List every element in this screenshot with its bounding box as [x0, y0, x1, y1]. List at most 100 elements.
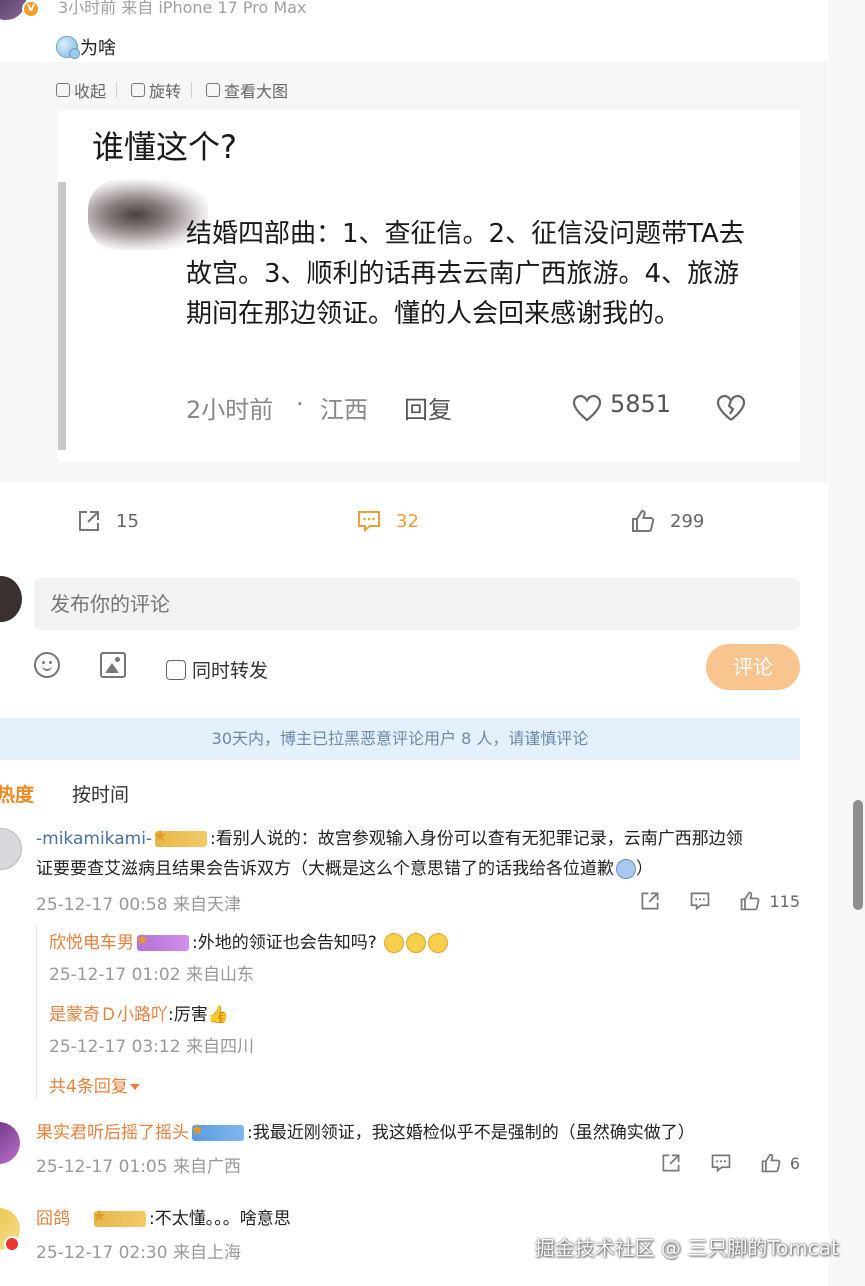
collapse-button[interactable]: 收起: [56, 78, 118, 102]
post-meta: 3小时前 来自 iPhone 17 Pro Max: [58, 0, 307, 17]
more-replies-link[interactable]: 共4条回复: [49, 1072, 140, 1097]
blacklist-notice: 30天内，博主已拉黑恶意评论用户 8 人，请谨慎评论: [0, 718, 800, 760]
commenter-name[interactable]: 囧鸽: [36, 1209, 70, 1229]
repost-button[interactable]: 15: [76, 508, 139, 534]
comment-text: -mikamikami- :看别人说的：故宫参观输入身份可以查有无犯罪记录，云南广…: [36, 826, 743, 852]
post-action-bar: 15 32 299: [0, 500, 828, 546]
reply-thread: 欣悦电车男 :外地的领证也会告知吗? 25-12-17 01:02 来自山东 是蒙…: [36, 924, 796, 1100]
submit-comment-button[interactable]: 评论: [706, 644, 800, 690]
reply-author[interactable]: 是蒙奇Ｄ小路吖: [49, 1005, 168, 1025]
collapse-label: 收起: [74, 82, 107, 101]
image-likes: 5851: [610, 390, 672, 418]
checkbox[interactable]: [166, 659, 186, 680]
reply-text: :外地的领证也会告知吗?: [192, 933, 377, 953]
verified-badge-icon: V: [22, 0, 40, 18]
thumbs-up-icon: [632, 509, 655, 532]
my-avatar: [0, 576, 22, 622]
image-toolbar: 收起 旋转 查看大图: [56, 78, 288, 102]
tab-time[interactable]: 按时间: [72, 780, 129, 807]
image-dot: ·: [296, 390, 304, 418]
comment-like-count: 115: [769, 891, 800, 911]
comment-text-line: :我最近刚领证，我这婚检似乎不是强制的（虽然确实做了）: [247, 1123, 695, 1143]
image-body-text: 结婚四部曲：1、查征信。2、征信没问题带TA去故宫。3、顺利的话再去云南广西旅游…: [186, 219, 745, 329]
comment-like-count: 6: [789, 1153, 800, 1173]
commenter-name[interactable]: 果实君听后摇了摇头: [36, 1123, 189, 1143]
emoji-icon[interactable]: [34, 652, 60, 678]
comment-count: 32: [396, 510, 419, 532]
commenter-avatar[interactable]: [0, 1122, 20, 1164]
image-title: 谁懂这个?: [92, 128, 237, 166]
image-reply: 回复: [404, 396, 452, 424]
reply-item: 欣悦电车男 :外地的领证也会告知吗?: [49, 928, 449, 953]
tab-hot[interactable]: 热度: [0, 780, 34, 807]
like-count: 299: [670, 510, 705, 532]
post-text: 为啥: [56, 34, 116, 60]
reply-time: 25-12-17 01:02 来自山东: [49, 965, 254, 985]
verified-badge-icon: [4, 1236, 20, 1252]
comment-icon[interactable]: [710, 1152, 732, 1174]
post-image[interactable]: 谁懂这个? 结婚四部曲：1、查征信。2、征信没问题带TA去故宫。3、顺利的话再去…: [58, 110, 800, 462]
commenter-name[interactable]: -mikamikami-: [36, 829, 152, 849]
comment-time: 25-12-17 02:30 来自上海: [36, 1243, 241, 1263]
comment-like-button[interactable]: 6: [760, 1152, 800, 1174]
fan-badge-icon: [153, 828, 208, 847]
collapse-icon: [56, 83, 70, 97]
apology-emoji-icon: [616, 859, 636, 879]
smile-emoji-icon: [384, 933, 405, 953]
toolbar-divider: [116, 82, 118, 98]
comment-text-line: :不太懂。。。啥意思: [149, 1209, 291, 1229]
repost-count: 15: [116, 510, 139, 532]
comment-text-line2: 证要要查艾滋病且结果会告诉双方（大概是这么个意思错了的话我给各位道歉）: [36, 859, 653, 879]
comment-icon: [358, 511, 380, 533]
rotate-button[interactable]: 旋转: [131, 78, 193, 102]
comment-time: 25-12-17 00:58 来自天津: [36, 895, 241, 915]
broken-heart-icon: [716, 394, 746, 421]
comment-text: 果实君听后摇了摇头 :我最近刚领证，我这婚检似乎不是强制的（虽然确实做了）: [36, 1120, 695, 1146]
rotate-icon: [131, 83, 146, 97]
share-icon[interactable]: [639, 890, 661, 912]
thinking-emoji-icon: [56, 36, 80, 59]
also-repost-checkbox[interactable]: 同时转发: [166, 656, 268, 683]
view-large-icon: [206, 83, 221, 97]
reply-text: :厉害: [168, 1005, 208, 1025]
more-replies-label: 共4条回复: [49, 1077, 128, 1097]
image-location: 江西: [320, 396, 368, 424]
sort-tabs: 热度 按时间: [0, 778, 400, 808]
comment-icon[interactable]: [689, 890, 711, 912]
like-button[interactable]: 299: [630, 508, 704, 534]
toolbar-divider: [191, 82, 193, 98]
post-header: V 3小时前 来自 iPhone 17 Pro Max: [0, 0, 400, 20]
rotate-label: 旋转: [149, 82, 182, 101]
watermark: 掘金技术社区 @ 三只脚的Tomcat: [534, 1236, 839, 1260]
thumbs-up-icon: [761, 1153, 781, 1173]
comment-actions: 6: [660, 1152, 800, 1174]
comment-input[interactable]: [34, 578, 800, 630]
post-text-label: 为啥: [80, 38, 116, 59]
fan-badge-icon: [190, 1122, 244, 1141]
comment-text: 囧鸽 :不太懂。。。啥意思: [36, 1206, 291, 1232]
fan-badge-icon: [135, 932, 189, 951]
view-large-button[interactable]: 查看大图: [206, 78, 288, 102]
comment-button[interactable]: 32: [356, 508, 419, 534]
comment-text-line: :看别人说的：故宫参观输入身份可以查有无犯罪记录，云南广西那边领: [210, 829, 743, 849]
comment-composer: [0, 576, 828, 634]
image-left-bar: [58, 182, 66, 450]
thumbs-up-icon: [741, 891, 760, 911]
image-upload-icon[interactable]: [100, 652, 126, 678]
comment-text-line: 证要要查艾滋病且结果会告诉双方（大概是这么个意思错了的话我给各位道歉: [36, 859, 614, 879]
comment-time: 25-12-17 01:05 来自广西: [36, 1157, 241, 1177]
image-comment-meta: 2小时前 · 江西 回复 5851: [186, 390, 766, 430]
commenter-avatar[interactable]: [0, 828, 22, 870]
composer-toolbar: 同时转发 评论: [0, 644, 828, 690]
comment-actions: 115: [639, 890, 800, 912]
comment-like-button[interactable]: 115: [739, 890, 800, 912]
comment-item: 果实君听后摇了摇头 :我最近刚领证，我这婚检似乎不是强制的（虽然确实做了） 25-…: [0, 1120, 828, 1180]
reply-author[interactable]: 欣悦电车男: [49, 933, 134, 953]
thumb-emoji-icon: 👍: [207, 1005, 229, 1025]
share-icon[interactable]: [660, 1152, 682, 1174]
smile-emoji-icon: [406, 933, 427, 953]
comment-item: -mikamikami- :看别人说的：故宫参观输入身份可以查有无犯罪记录，云南广…: [0, 824, 828, 924]
image-card: 收起 旋转 查看大图 谁懂这个? 结婚四部曲：1、查征信。2、征信没问题带TA去…: [0, 62, 828, 482]
scrollbar[interactable]: [853, 800, 863, 910]
reply-item: 是蒙奇Ｄ小路吖:厉害👍: [49, 1000, 229, 1025]
